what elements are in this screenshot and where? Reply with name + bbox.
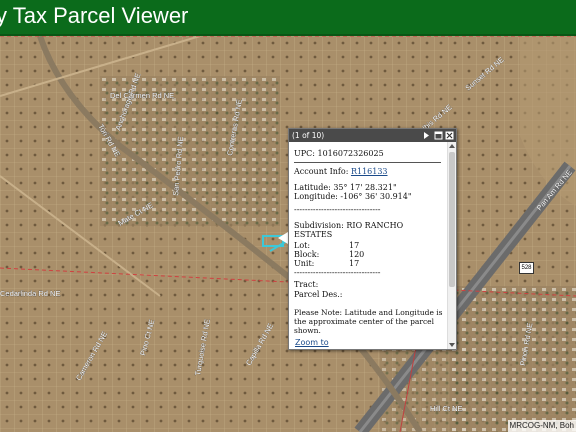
unit-label: Unit: <box>294 259 315 268</box>
lot-label: Lot: <box>294 241 311 250</box>
scroll-up-icon[interactable] <box>449 144 455 148</box>
block-label: Block: <box>294 250 320 259</box>
latitude-text: Latitude: 35° 17' 28.321" <box>294 183 397 192</box>
popup-scrollbar[interactable] <box>447 142 456 349</box>
svg-text:Hill Ct NE: Hill Ct NE <box>430 404 463 413</box>
subdivision-row: Subdivision: RIO RANCHO <box>294 221 403 230</box>
dashed-divider-2: -------------------------------- <box>294 268 381 277</box>
scroll-thumb[interactable] <box>449 152 455 287</box>
scroll-down-icon[interactable] <box>449 343 455 347</box>
subdivision-value: RIO RANCHO <box>346 221 404 230</box>
block-row: Block: 120 <box>294 250 364 259</box>
note-line-2: the approximate center of the parcel <box>294 317 435 326</box>
tract-label: Tract: <box>294 280 319 289</box>
unit-value: 17 <box>349 259 360 268</box>
upc-label: UPC: <box>294 149 315 158</box>
popup-record-count: (1 of 10) <box>292 131 325 140</box>
dashed-divider: -------------------------------- <box>294 205 381 214</box>
note-line-1: Please Note: Latitude and Longitude is <box>294 308 443 317</box>
upc-row: UPC: 1016072326025 <box>294 149 384 158</box>
unit-row: Unit: 17 <box>294 259 359 268</box>
account-link[interactable]: R116133 <box>351 167 388 176</box>
longitude-text: Longitude: -106° 36' 30.914" <box>294 192 412 201</box>
lot-row: Lot: 17 <box>294 241 359 250</box>
svg-text:Cedarlinda Rd NE: Cedarlinda Rd NE <box>0 289 60 298</box>
parcel-info-popup: (1 of 10) UPC: 1016072326025 Account Inf… <box>288 128 457 350</box>
zoom-to-link[interactable]: Zoom to <box>295 338 329 347</box>
popup-titlebar: (1 of 10) <box>289 129 456 142</box>
close-icon[interactable] <box>445 131 454 140</box>
app-title: y Tax Parcel Viewer <box>0 3 189 28</box>
popup-pointer <box>278 232 288 244</box>
svg-text:Del Carmen Rd NE: Del Carmen Rd NE <box>110 91 174 100</box>
subdivision-label: Subdivision: <box>294 221 344 230</box>
next-record-icon[interactable] <box>422 131 431 140</box>
block-value: 120 <box>349 250 365 259</box>
subdivision-value-cont: ESTATES <box>294 230 333 239</box>
parcel-des-label: Parcel Des.: <box>294 290 343 299</box>
app-header: y Tax Parcel Viewer <box>0 0 576 36</box>
note-line-3: shown. <box>294 326 321 335</box>
lot-value: 17 <box>349 241 360 250</box>
account-label: Account Info: <box>294 167 349 176</box>
account-row: Account Info: R116133 <box>294 167 388 176</box>
section-divider <box>294 162 441 163</box>
highway-shield: 528 <box>519 262 534 274</box>
upc-value: 1016072326025 <box>317 149 384 158</box>
popup-content: UPC: 1016072326025 Account Info: R116133… <box>289 142 447 349</box>
map-attribution: MRCOG-NM, Boh <box>507 420 576 432</box>
maximize-icon[interactable] <box>434 131 443 140</box>
